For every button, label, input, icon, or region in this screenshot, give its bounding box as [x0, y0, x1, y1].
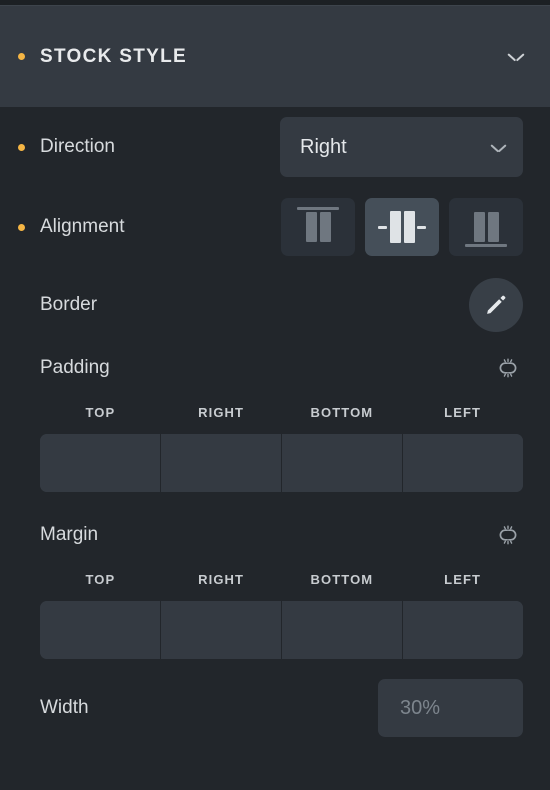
direction-label: Direction — [40, 136, 115, 157]
width-label: Width — [40, 697, 89, 718]
align-middle-tick-left — [378, 225, 387, 229]
margin-field-labels: TOP RIGHT BOTTOM LEFT — [0, 566, 550, 592]
bar — [487, 212, 499, 242]
margin-input-right[interactable] — [161, 601, 282, 659]
alignment-status-dot — [18, 223, 25, 231]
margin-label-top: TOP — [85, 571, 116, 587]
align-top-icon — [296, 207, 340, 247]
panel-body: Direction Right Alignment Border Padding… — [0, 107, 550, 745]
padding-label-top: TOP — [85, 404, 116, 420]
margin-input-left[interactable] — [403, 601, 523, 659]
padding-label-wrap: Padding — [18, 357, 493, 379]
direction-select[interactable]: Right — [280, 117, 523, 177]
row-direction: Direction Right — [0, 107, 550, 187]
alignment-button-group — [281, 198, 523, 256]
align-bottom-icon — [464, 207, 508, 247]
align-middle-icon — [378, 207, 426, 247]
padding-input-top[interactable] — [40, 434, 161, 492]
stock-style-panel: STOCK STYLE Direction Right Alignment Bo… — [0, 0, 550, 790]
margin-label-left: LEFT — [444, 571, 482, 587]
row-alignment: Alignment — [0, 187, 550, 267]
section-status-dot — [18, 53, 25, 60]
broken-link-icon — [499, 525, 517, 545]
row-border: Border — [0, 273, 550, 337]
padding-link-toggle[interactable] — [493, 353, 523, 383]
bar — [473, 212, 485, 242]
border-label: Border — [40, 294, 98, 315]
bar — [403, 211, 415, 243]
align-bottom-button[interactable] — [449, 198, 523, 256]
padding-input-right[interactable] — [161, 434, 282, 492]
chevron-down-icon — [491, 143, 505, 152]
pencil-icon — [487, 295, 506, 314]
row-margin-title: Margin — [0, 504, 550, 566]
page-title: STOCK STYLE — [40, 45, 187, 67]
align-top-rule — [297, 207, 339, 210]
align-middle-button[interactable] — [365, 198, 439, 256]
align-top-bars — [305, 212, 331, 242]
row-padding-title: Padding — [0, 337, 550, 399]
align-middle-bars — [389, 211, 415, 243]
padding-inputs — [40, 434, 523, 492]
direction-select-value: Right — [300, 135, 347, 158]
margin-label: Margin — [40, 524, 99, 545]
padding-label: Padding — [40, 357, 110, 378]
row-width: Width 30% — [0, 671, 550, 745]
border-label-wrap: Border — [18, 294, 469, 316]
bar — [305, 212, 317, 242]
chevron-down-icon — [509, 52, 524, 61]
align-top-button[interactable] — [281, 198, 355, 256]
border-edit-button[interactable] — [469, 278, 523, 332]
width-label-wrap: Width — [18, 697, 378, 719]
margin-input-top[interactable] — [40, 601, 161, 659]
bar — [389, 211, 401, 243]
width-input[interactable]: 30% — [378, 679, 523, 737]
alignment-label-wrap: Alignment — [18, 216, 281, 238]
margin-label-bottom: BOTTOM — [310, 571, 374, 587]
margin-input-bottom[interactable] — [282, 601, 403, 659]
margin-link-toggle[interactable] — [493, 520, 523, 550]
width-input-placeholder: 30% — [400, 696, 441, 719]
padding-input-left[interactable] — [403, 434, 523, 492]
margin-label-wrap: Margin — [18, 524, 493, 546]
section-header-stock-style[interactable]: STOCK STYLE — [0, 6, 550, 107]
padding-label-right: RIGHT — [198, 404, 245, 420]
bar — [319, 212, 331, 242]
direction-status-dot — [18, 143, 25, 151]
align-bottom-rule — [465, 244, 507, 247]
align-bottom-bars — [473, 212, 499, 242]
direction-label-wrap: Direction — [18, 136, 280, 158]
margin-label-right: RIGHT — [198, 571, 245, 587]
padding-field-labels: TOP RIGHT BOTTOM LEFT — [0, 399, 550, 425]
padding-input-bottom[interactable] — [282, 434, 403, 492]
margin-inputs — [40, 601, 523, 659]
broken-link-icon — [499, 358, 517, 378]
align-middle-tick-right — [417, 225, 426, 229]
padding-label-bottom: BOTTOM — [310, 404, 374, 420]
section-collapse-button[interactable] — [502, 43, 530, 71]
alignment-label: Alignment — [40, 216, 125, 237]
padding-label-left: LEFT — [444, 404, 482, 420]
